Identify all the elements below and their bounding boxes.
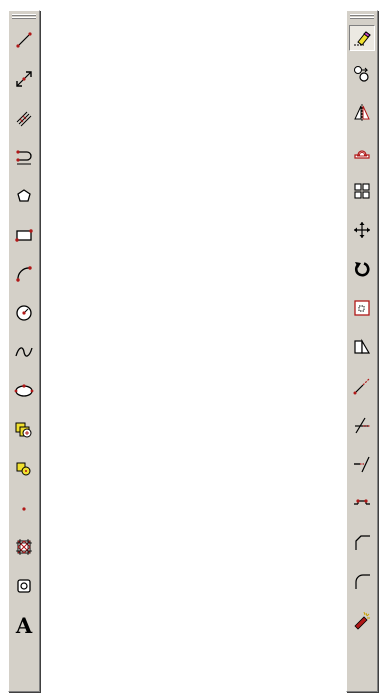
break-icon [354,499,370,505]
array-tool-button[interactable] [349,178,375,204]
eraser-icon [354,31,371,46]
make-block-tool-button[interactable] [11,456,37,482]
array-icon [354,183,370,199]
trim-icon [355,417,370,434]
toolbar-grip[interactable] [12,14,36,21]
mirror-tool-button[interactable] [349,100,375,126]
erase-tool-button[interactable] [349,25,375,51]
make-block-icon [16,462,31,476]
arc-icon [16,266,32,282]
move-tool-button[interactable] [349,217,375,243]
extend-tool-button[interactable] [349,451,375,477]
text-icon: A [15,612,33,638]
ellipse-tool-button[interactable] [11,378,37,404]
spline-tool-button[interactable] [11,339,37,365]
region-tool-button[interactable] [11,573,37,599]
trim-tool-button[interactable] [349,412,375,438]
scale-icon [354,300,370,316]
construction-line-icon [16,71,32,87]
copy-tool-button[interactable] [349,61,375,87]
copy-icon [354,66,369,82]
explode-icon [354,611,370,630]
arc-tool-button[interactable] [11,261,37,287]
circle-icon [16,305,32,321]
rectangle-icon [15,229,33,242]
rotate-icon [355,262,370,277]
fillet-icon [355,574,370,589]
insert-block-tool-button[interactable] [11,417,37,443]
stretch-tool-button[interactable] [349,334,375,360]
mirror-icon [354,104,370,122]
modify-toolbar [346,10,378,692]
multiline-icon [16,111,32,127]
rectangle-tool-button[interactable] [11,222,37,248]
point-tool-button[interactable] [11,495,37,521]
scale-tool-button[interactable] [349,295,375,321]
circle-tool-button[interactable] [11,300,37,326]
line-icon [16,32,32,48]
draw-toolbar: A [8,10,40,692]
lengthen-icon [353,378,370,395]
text-tool-button[interactable]: A [11,612,37,638]
stretch-icon [354,338,371,354]
fillet-tool-button[interactable] [349,568,375,594]
hatch-icon [16,539,32,555]
line-tool-button[interactable] [11,27,37,53]
break-tool-button[interactable] [349,490,375,516]
explode-tool-button[interactable] [349,607,375,633]
chamfer-tool-button[interactable] [349,529,375,555]
move-icon [354,222,370,238]
construction-line-tool-button[interactable] [11,66,37,92]
point-icon [22,507,26,511]
offset-icon [354,150,370,159]
ellipse-icon [14,384,34,397]
lengthen-tool-button[interactable] [349,373,375,399]
region-icon [17,579,31,593]
spline-icon [15,347,33,357]
insert-block-icon [15,422,32,438]
extend-icon [354,456,370,473]
multiline-tool-button[interactable] [11,105,37,131]
rotate-tool-button[interactable] [349,256,375,282]
polygon-tool-button[interactable] [11,183,37,209]
toolbar-grip[interactable] [350,14,374,21]
offset-tool-button[interactable] [349,139,375,165]
polygon-icon [17,189,31,202]
polyline-tool-button[interactable] [11,144,37,170]
chamfer-icon [355,535,370,550]
hatch-tool-button[interactable] [11,534,37,560]
polyline-icon [16,150,32,165]
